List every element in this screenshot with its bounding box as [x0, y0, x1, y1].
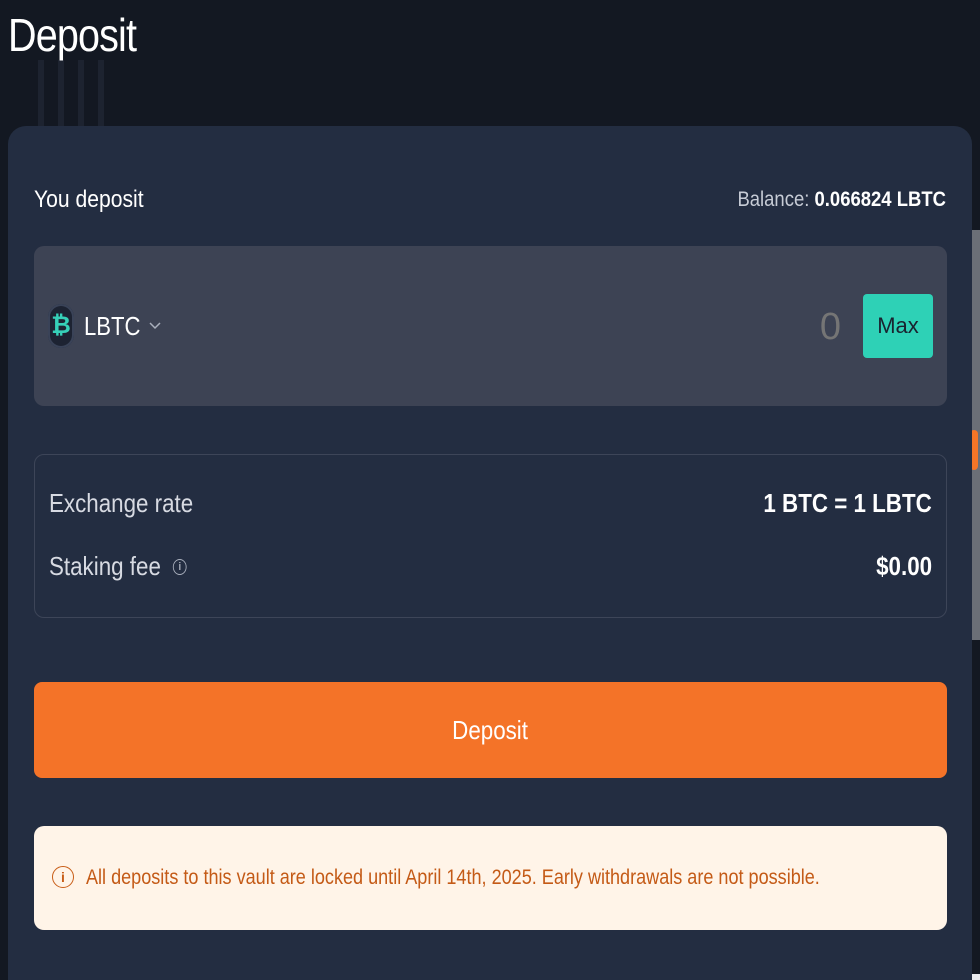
exchange-rate-row: Exchange rate 1 BTC = 1 LBTC — [49, 488, 932, 524]
balance-value: 0.066824 LBTC — [814, 188, 946, 211]
notice-text: All deposits to this vault are locked un… — [86, 866, 820, 889]
exchange-rate-value: 1 BTC = 1 LBTC — [763, 488, 932, 518]
staking-fee-value: $0.00 — [876, 551, 932, 581]
balance: Balance: 0.066824 LBTC — [737, 188, 946, 212]
chevron-down-icon — [149, 322, 161, 330]
amount-input[interactable] — [639, 302, 843, 352]
deposit-button[interactable]: Deposit — [34, 682, 947, 778]
info-icon[interactable]: i — [172, 558, 187, 575]
balance-label: Balance: — [737, 188, 810, 211]
token-selector[interactable]: ₿ LBTC — [48, 302, 162, 350]
exchange-info-box: Exchange rate 1 BTC = 1 LBTC Staking fee… — [34, 454, 947, 618]
amount-input-box: ₿ LBTC Max — [34, 246, 947, 406]
page-title: Deposit — [8, 9, 137, 61]
lock-notice: i All deposits to this vault are locked … — [34, 826, 947, 930]
deposit-header: You deposit Balance: 0.066824 LBTC — [34, 182, 946, 218]
staking-fee-row: Staking fee i $0.00 — [49, 551, 932, 587]
max-button[interactable]: Max — [863, 294, 933, 358]
exchange-rate-label: Exchange rate — [49, 488, 194, 518]
info-circle-icon: i — [52, 866, 74, 888]
staking-fee-label-wrap: Staking fee i — [49, 551, 187, 582]
bitcoin-icon: ₿ — [48, 304, 74, 348]
deposit-card: You deposit Balance: 0.066824 LBTC ₿ LBT… — [8, 126, 972, 980]
deposit-button-label: Deposit — [452, 714, 529, 745]
staking-fee-label: Staking fee — [49, 551, 161, 581]
you-deposit-label: You deposit — [34, 186, 144, 213]
token-symbol: LBTC — [84, 310, 141, 341]
background-decoration — [22, 60, 112, 130]
